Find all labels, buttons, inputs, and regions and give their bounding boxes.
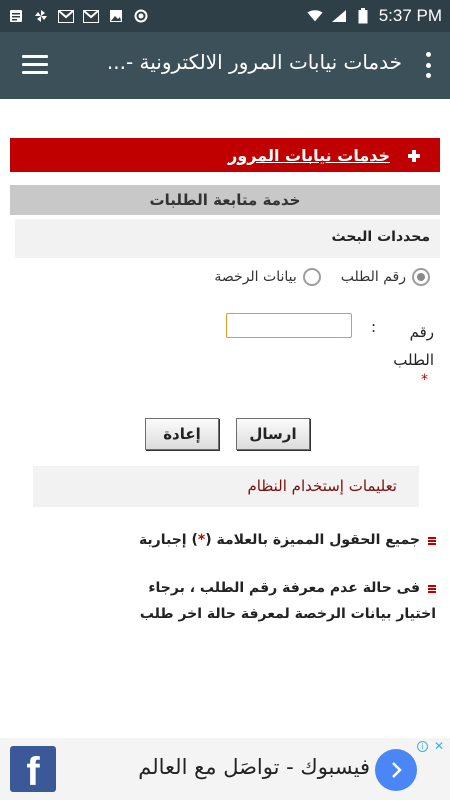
- pinwheel-icon: [33, 9, 49, 23]
- screen: 5:37 PM خدمات نيابات المرور الالكترونية …: [0, 0, 450, 800]
- instruction-item: جميع الحقول المميزة بالعلامة (*) إجبارية: [136, 527, 436, 553]
- more-options-icon[interactable]: [424, 52, 432, 78]
- system-icons: 5:37 PM: [307, 6, 442, 26]
- radio-license-data[interactable]: [302, 268, 321, 286]
- instruction-item: فى حالة عدم معرفة رقم الطلب ، برجاء اختي…: [116, 575, 436, 627]
- list-marker-icon: [428, 537, 436, 546]
- request-number-input[interactable]: [226, 313, 352, 338]
- facebook-logo-icon: f: [10, 746, 56, 792]
- radio-license-data-label: بيانات الرخصة: [214, 269, 297, 285]
- instruction-text-1a: جميع الحقول المميزة بالعلامة (: [205, 532, 420, 548]
- traffic-services-link[interactable]: خدمات نيابات المرور: [228, 146, 390, 165]
- search-criteria-heading: محددات البحث: [15, 219, 440, 258]
- gmail-icon: [83, 9, 99, 23]
- wifi-icon: [307, 9, 323, 23]
- chevron-right-icon: [392, 762, 402, 778]
- list-marker-icon: [428, 585, 436, 594]
- instructions-heading: تعليمات إستخدام النظام: [33, 466, 419, 507]
- battery-icon: [355, 8, 371, 24]
- reset-button[interactable]: إعادة: [145, 418, 219, 450]
- notes-icon: [8, 9, 24, 23]
- menu-icon[interactable]: [22, 55, 48, 75]
- cell-signal-icon: [331, 9, 347, 23]
- gmail-icon: [58, 9, 74, 23]
- app-bar: خدمات نيابات المرور الالكترونية -...: [0, 32, 450, 99]
- circle-icon: [133, 9, 149, 23]
- instruction-text-2: فى حالة عدم معرفة رقم الطلب ، برجاء اختي…: [139, 580, 436, 622]
- ad-text: فيسبوك - تواصَل مع العالم: [138, 755, 370, 779]
- ad-close-icon[interactable]: ✕: [434, 739, 444, 753]
- search-type-radios: رقم الطلب بيانات الرخصة: [214, 268, 430, 286]
- service-title: خدمة متابعة الطلبات: [10, 185, 440, 215]
- radio-request-number[interactable]: [412, 268, 430, 286]
- ad-open-button[interactable]: [375, 749, 417, 791]
- instruction-text-1b: ) إجبارية: [138, 532, 198, 548]
- notification-icons: [8, 9, 149, 23]
- image-icon: [108, 9, 124, 23]
- ad-info-icon[interactable]: i: [417, 741, 428, 752]
- arrow-bullet-icon: [408, 150, 420, 162]
- ad-banner[interactable]: f فيسبوك - تواصَل مع العالم i ✕: [0, 738, 450, 800]
- clock: 5:37 PM: [378, 6, 442, 25]
- send-button[interactable]: ارسال: [236, 418, 310, 450]
- field-colon: :: [371, 318, 377, 336]
- request-number-label: رقم الطلب: [393, 323, 434, 369]
- required-star: *: [421, 372, 428, 388]
- status-bar: 5:37 PM: [0, 0, 450, 32]
- section-header-bar: خدمات نيابات المرور: [10, 138, 440, 172]
- radio-request-number-label: رقم الطلب: [340, 269, 406, 285]
- app-title: خدمات نيابات المرور الالكترونية -...: [106, 50, 402, 74]
